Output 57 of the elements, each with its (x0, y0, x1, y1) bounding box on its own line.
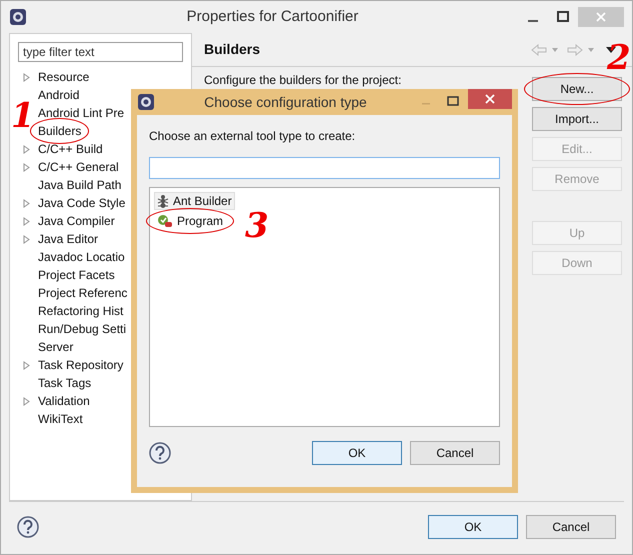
list-item[interactable]: Ant Builder (154, 192, 235, 210)
dialog-button[interactable]: Cancel (410, 441, 500, 465)
dialog-button[interactable]: Cancel (526, 514, 616, 538)
expand-arrow-icon[interactable] (22, 396, 30, 406)
close-button[interactable] (468, 89, 512, 109)
tree-item[interactable]: Refactoring Hist (38, 304, 124, 318)
default-button[interactable]: OK (312, 441, 402, 465)
expand-arrow-icon[interactable] (22, 162, 30, 172)
help-icon[interactable] (149, 442, 171, 464)
program-icon (157, 214, 173, 228)
tree-item[interactable]: Task Repository (38, 358, 124, 372)
expand-arrow-icon[interactable] (22, 144, 30, 154)
tree-item[interactable]: Server (38, 340, 74, 354)
tree-item[interactable]: Java Compiler (38, 214, 115, 228)
tree-item[interactable]: Android (38, 88, 80, 102)
tree-item[interactable]: Task Tags (38, 376, 92, 390)
list-item[interactable]: Program (154, 212, 226, 230)
tree-item[interactable]: C/C++ Build (38, 142, 103, 156)
tree-item[interactable]: WikiText (38, 412, 83, 426)
dialog-title: Choose configuration type (203, 92, 368, 112)
window-title: Properties for Cartoonifier (186, 6, 360, 27)
side-button[interactable]: Import... (532, 107, 622, 131)
annotation-number: 1 (11, 99, 35, 133)
page-description: Configure the builders for the project: (204, 72, 402, 89)
tree-item[interactable]: Javadoc Locatio (38, 250, 125, 264)
side-button[interactable]: New... (532, 77, 622, 101)
tree-item[interactable]: Android Lint Pre (38, 106, 124, 120)
annotation-number: 3 (245, 209, 269, 243)
tree-item[interactable]: Run/Debug Setti (38, 322, 126, 336)
annotation-number: 2 (607, 41, 631, 75)
maximize-icon[interactable] (556, 10, 570, 24)
tree-item[interactable]: Resource (38, 70, 90, 84)
tree-item[interactable]: Java Build Path (38, 178, 122, 192)
default-button[interactable]: OK (428, 514, 518, 538)
app-logo-icon (9, 8, 27, 26)
page-title: Builders (204, 40, 262, 59)
expand-arrow-icon[interactable] (22, 72, 30, 82)
tree-item[interactable]: Builders (38, 124, 82, 138)
tree-item[interactable]: Java Editor (38, 232, 98, 246)
expand-arrow-icon[interactable] (22, 360, 30, 370)
tree-item[interactable]: Java Code Style (38, 196, 126, 210)
expand-arrow-icon[interactable] (22, 234, 30, 244)
tree-item[interactable]: Project Referenc (38, 286, 128, 300)
ant-icon (157, 194, 169, 208)
dialog-prompt: Choose an external tool type to create: (149, 128, 356, 145)
maximize-icon[interactable] (446, 95, 460, 109)
help-icon[interactable] (17, 516, 39, 538)
tree-item[interactable]: Project Facets (38, 268, 115, 282)
expand-arrow-icon[interactable] (22, 198, 30, 208)
expand-arrow-icon[interactable] (22, 216, 30, 226)
tree-item[interactable]: C/C++ General (38, 160, 119, 174)
filter-field[interactable]: type filter text (18, 42, 183, 62)
close-icon (485, 94, 495, 104)
app-logo-icon (137, 93, 155, 111)
tree-item[interactable]: Validation (38, 394, 90, 408)
close-icon (596, 12, 606, 22)
search-field[interactable] (149, 157, 500, 179)
